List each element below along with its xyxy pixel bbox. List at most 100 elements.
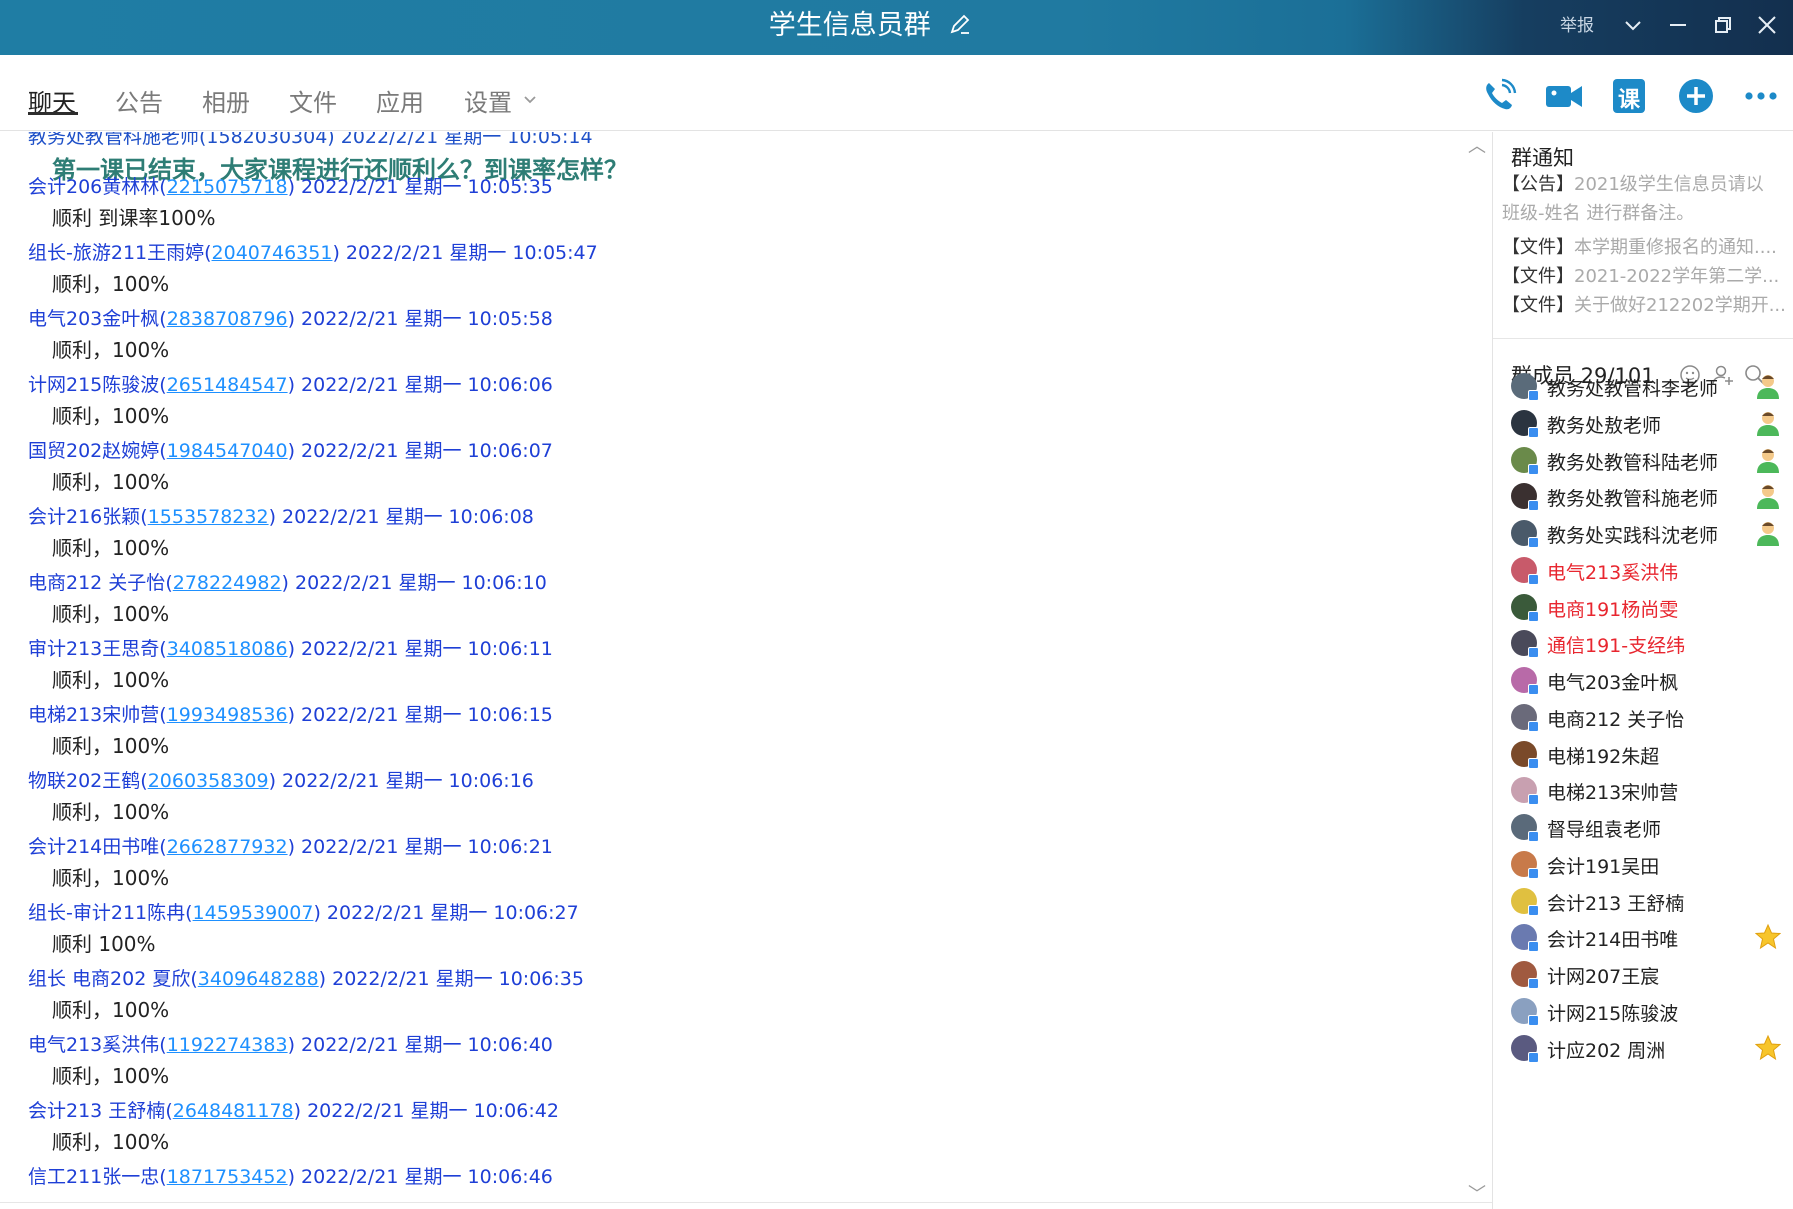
sender-qq-link[interactable]: 2040746351 bbox=[212, 242, 333, 264]
report-link[interactable]: 举报 bbox=[1560, 11, 1594, 36]
member-avatar[interactable] bbox=[1511, 520, 1539, 548]
sender-name[interactable]: 会计206黄林林 bbox=[28, 176, 159, 198]
member-item[interactable]: 电商191杨尚雯 bbox=[1511, 590, 1781, 626]
sender-name[interactable]: 组长 电商202 夏欣 bbox=[28, 968, 190, 990]
member-item[interactable]: 电梯192朱超 bbox=[1511, 737, 1781, 773]
member-avatar[interactable] bbox=[1511, 409, 1539, 438]
tab-apps[interactable]: 应用 bbox=[376, 83, 424, 118]
member-item[interactable]: 教务处实践科沈老师 bbox=[1511, 516, 1781, 552]
message-header[interactable]: 电气213奚洪伟(1192274383) 2022/2/21 星期一 10:06… bbox=[28, 1030, 553, 1057]
member-item[interactable]: 会计213 王舒楠 bbox=[1511, 884, 1781, 920]
message-header[interactable]: 组长-旅游211王雨婷(2040746351) 2022/2/21 星期一 10… bbox=[28, 238, 598, 265]
member-avatar[interactable] bbox=[1511, 556, 1539, 585]
sender-name[interactable]: 电商212 关子怡 bbox=[28, 572, 165, 594]
sender-qq-link[interactable]: 1553578232 bbox=[148, 506, 269, 528]
sender-qq-link[interactable]: 2648481178 bbox=[173, 1100, 294, 1122]
message-header[interactable]: 物联202王鹤(2060358309) 2022/2/21 星期一 10:06:… bbox=[28, 766, 534, 793]
sender-name[interactable]: 组长-审计211陈冉 bbox=[28, 902, 185, 924]
tab-files[interactable]: 文件 bbox=[289, 83, 337, 118]
member-avatar[interactable] bbox=[1511, 777, 1539, 806]
minimize-icon[interactable] bbox=[1665, 12, 1691, 38]
message-header[interactable]: 会计213 王舒楠(2648481178) 2022/2/21 星期一 10:0… bbox=[28, 1096, 559, 1123]
edit-title-icon[interactable] bbox=[949, 9, 971, 45]
chevron-down-icon[interactable] bbox=[1620, 12, 1646, 38]
sender-qq-link[interactable]: 278224982 bbox=[173, 572, 282, 594]
sender-qq-link[interactable]: 1984547040 bbox=[167, 440, 288, 462]
member-item[interactable]: 电商212 关子怡 bbox=[1511, 700, 1781, 736]
sender-name[interactable]: 物联202王鹤 bbox=[28, 770, 140, 792]
member-avatar[interactable] bbox=[1511, 667, 1539, 695]
video-call-icon[interactable] bbox=[1544, 77, 1582, 115]
settings-chevron-icon[interactable] bbox=[522, 91, 538, 110]
add-circle-icon[interactable] bbox=[1677, 77, 1715, 115]
message-header[interactable]: 审计213王思奇(3408518086) 2022/2/21 星期一 10:06… bbox=[28, 634, 553, 661]
lesson-icon[interactable]: 课 bbox=[1612, 77, 1650, 115]
member-item[interactable]: 会计191吴田 bbox=[1511, 847, 1781, 883]
sender-qq-link[interactable]: 2838708796 bbox=[167, 308, 288, 330]
sender-qq-link[interactable]: 2215075718 bbox=[167, 176, 288, 198]
member-item[interactable]: 计网215陈骏波 bbox=[1511, 994, 1781, 1030]
member-avatar[interactable] bbox=[1511, 593, 1539, 622]
member-avatar[interactable] bbox=[1511, 814, 1539, 842]
tab-album[interactable]: 相册 bbox=[202, 83, 250, 118]
sender-qq-link[interactable]: 1871753452 bbox=[167, 1166, 288, 1188]
member-avatar[interactable] bbox=[1511, 961, 1539, 989]
more-icon[interactable] bbox=[1742, 77, 1780, 115]
message-header[interactable]: 会计214田书唯(2662877932) 2022/2/21 星期一 10:06… bbox=[28, 832, 553, 859]
phone-call-icon[interactable] bbox=[1480, 77, 1518, 115]
message-header[interactable]: 信工211张一忠(1871753452) 2022/2/21 星期一 10:06… bbox=[28, 1162, 553, 1189]
restore-icon[interactable] bbox=[1710, 12, 1736, 38]
member-item[interactable]: 电梯213宋帅营 bbox=[1511, 773, 1781, 809]
close-icon[interactable] bbox=[1754, 12, 1780, 38]
notice-item[interactable]: 【文件】2021-2022学年第二学... bbox=[1502, 262, 1788, 288]
sender-name[interactable]: 电气213奚洪伟 bbox=[28, 1034, 159, 1056]
member-item[interactable]: 计网207王宸 bbox=[1511, 957, 1781, 993]
message-header[interactable]: 组长-审计211陈冉(1459539007) 2022/2/21 星期一 10:… bbox=[28, 898, 579, 925]
sender-name[interactable]: 国贸202赵婉婷 bbox=[28, 440, 159, 462]
member-item[interactable]: 教务处教管科陆老师 bbox=[1511, 443, 1781, 479]
message-header[interactable]: 计网215陈骏波(2651484547) 2022/2/21 星期一 10:06… bbox=[28, 370, 553, 397]
sender-name[interactable]: 电气203金叶枫 bbox=[28, 308, 159, 330]
message-header[interactable]: 会计206黄林林(2215075718) 2022/2/21 星期一 10:05… bbox=[28, 172, 553, 199]
member-avatar[interactable] bbox=[1511, 703, 1539, 732]
tab-settings[interactable]: 设置 bbox=[464, 83, 512, 118]
sender-qq-link[interactable]: 2060358309 bbox=[148, 770, 269, 792]
member-item[interactable]: 计应202 周洲 bbox=[1511, 1031, 1782, 1067]
notice-item[interactable]: 【文件】本学期重修报名的通知.... bbox=[1502, 233, 1788, 259]
message-header[interactable]: 国贸202赵婉婷(1984547040) 2022/2/21 星期一 10:06… bbox=[28, 436, 553, 463]
member-item[interactable]: 通信191-支经纬 bbox=[1511, 626, 1781, 662]
message-header[interactable]: 电商212 关子怡(278224982) 2022/2/21 星期一 10:06… bbox=[28, 568, 547, 595]
member-item[interactable]: 教务处教管科施老师 bbox=[1511, 479, 1781, 515]
message-header[interactable]: 组长 电商202 夏欣(3409648288) 2022/2/21 星期一 10… bbox=[28, 964, 584, 991]
member-item[interactable]: 教务处敖老师 bbox=[1511, 406, 1781, 442]
sender-name[interactable]: 信工211张一忠 bbox=[28, 1166, 159, 1188]
sender-qq-link[interactable]: 2662877932 bbox=[167, 836, 288, 858]
sender-qq-link[interactable]: 3408518086 bbox=[167, 638, 288, 660]
member-item[interactable]: 电气213奚洪伟 bbox=[1511, 553, 1781, 589]
member-avatar[interactable] bbox=[1511, 740, 1539, 769]
sender-name[interactable]: 电梯213宋帅营 bbox=[28, 704, 159, 726]
tab-announcement[interactable]: 公告 bbox=[115, 83, 163, 118]
member-item[interactable]: 督导组袁老师 bbox=[1511, 810, 1781, 846]
notice-item[interactable]: 【公告】2021级学生信息员请以 bbox=[1502, 170, 1788, 196]
member-avatar[interactable] bbox=[1511, 373, 1539, 401]
message-header[interactable]: 会计216张颖(1553578232) 2022/2/21 星期一 10:06:… bbox=[28, 502, 534, 529]
member-avatar[interactable] bbox=[1511, 887, 1539, 916]
member-avatar[interactable] bbox=[1511, 483, 1539, 512]
sender-name[interactable]: 会计213 王舒楠 bbox=[28, 1100, 165, 1122]
sender-name[interactable]: 会计216张颖 bbox=[28, 506, 140, 528]
member-avatar[interactable] bbox=[1511, 1034, 1539, 1063]
sender-name[interactable]: 计网215陈骏波 bbox=[28, 374, 159, 396]
member-avatar[interactable] bbox=[1511, 630, 1539, 659]
sender-qq-link[interactable]: 2651484547 bbox=[167, 374, 288, 396]
member-avatar[interactable] bbox=[1511, 997, 1539, 1026]
member-item[interactable]: 教务处教管科李老师 bbox=[1511, 369, 1781, 405]
message-header[interactable]: 电梯213宋帅营(1993498536) 2022/2/21 星期一 10:06… bbox=[28, 700, 553, 727]
member-item[interactable]: 电气203金叶枫 bbox=[1511, 663, 1781, 699]
notice-item[interactable]: 【文件】关于做好212202学期开... bbox=[1502, 291, 1788, 317]
sender-name[interactable]: 组长-旅游211王雨婷 bbox=[28, 242, 204, 264]
sender-name[interactable]: 会计214田书唯 bbox=[28, 836, 159, 858]
chat-history[interactable]: 教务处教管科施老师(1582030304) 2022/2/21 星期一 10:0… bbox=[0, 132, 1492, 1209]
sender-qq-link[interactable]: 3409648288 bbox=[198, 968, 319, 990]
member-avatar[interactable] bbox=[1511, 446, 1539, 475]
